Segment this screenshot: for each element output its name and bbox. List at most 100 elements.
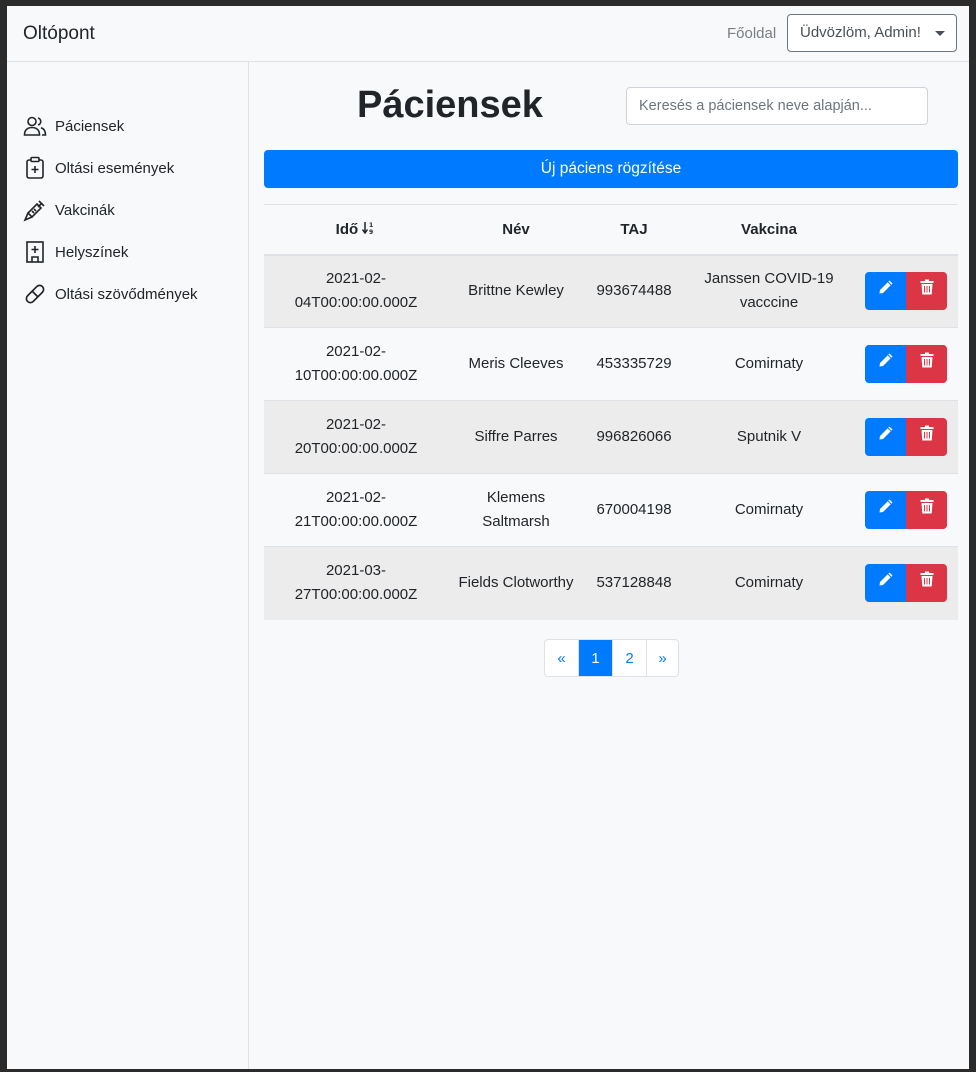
cell-name: Siffre Parres (448, 400, 584, 474)
cell-time: 2021-03- 27T00:00:00.000Z (264, 546, 448, 620)
cell-time: 2021-02- 10T00:00:00.000Z (264, 327, 448, 401)
row-actions (860, 564, 952, 603)
cell-time: 2021-02- 04T00:00:00.000Z (264, 254, 448, 328)
cell-time-date: 2021-03- (325, 562, 387, 580)
row-actions (860, 418, 952, 456)
delete-button[interactable] (906, 418, 947, 456)
edit-button[interactable] (865, 418, 906, 456)
home-link[interactable]: Főoldal (727, 25, 776, 42)
delete-button[interactable] (906, 345, 947, 383)
delete-button[interactable] (906, 272, 947, 311)
cell-time-clock: 27T00:00:00.000Z (294, 586, 418, 604)
sidebar-item-patients[interactable]: Páciensek (22, 112, 242, 140)
trash-icon (920, 571, 934, 595)
cell-vaccine: Sputnik V (684, 400, 854, 474)
cell-time-clock: 10T00:00:00.000Z (294, 367, 418, 384)
cell-time-clock: 20T00:00:00.000Z (294, 440, 418, 457)
table-row: 2021-02- 04T00:00:00.000Z Brittne Kewley 99… (264, 254, 958, 328)
delete-button[interactable] (906, 564, 947, 603)
cell-time-date: 2021-02- (325, 489, 387, 506)
table-header-row: Idő 1 9 Név TAJ Vakcina (264, 204, 958, 256)
search-input[interactable] (626, 87, 928, 125)
pencil-icon (878, 498, 894, 522)
trash-icon (920, 425, 934, 449)
column-header-time[interactable]: Idő 1 9 (264, 204, 448, 256)
patients-table: Idő 1 9 Név TAJ Vakcina 2021-02- 04T00:00… (264, 204, 958, 620)
cell-taj: 993674488 (584, 254, 684, 328)
pencil-icon (878, 571, 894, 595)
row-actions (860, 345, 952, 383)
new-patient-button[interactable]: Új páciens rögzítése (264, 150, 958, 188)
sidebar-item-vaccines[interactable]: Vakcinák (22, 196, 242, 224)
user-menu-dropdown[interactable]: Üdvözlöm, Admin! (787, 14, 957, 52)
trash-icon (920, 498, 934, 522)
cell-actions (854, 473, 958, 547)
brand-link[interactable]: Oltópont (23, 23, 95, 45)
cell-vaccine: Comirnaty (684, 473, 854, 547)
cell-actions (854, 546, 958, 620)
cell-taj: 996826066 (584, 400, 684, 474)
cell-vaccine: Comirnaty (684, 546, 854, 620)
table-row: 2021-02- 20T00:00:00.000Z Siffre Parres 996… (264, 400, 958, 474)
sidebar-item-locations[interactable]: Helyszínek (22, 238, 242, 266)
sidebar-item-label: Oltási események (55, 159, 175, 177)
pencil-icon (878, 425, 894, 449)
cell-name: Meris Cleeves (448, 327, 584, 401)
clipboard-plus-icon (22, 155, 48, 181)
syringe-icon (22, 197, 48, 223)
sidebar-item-complications[interactable]: Oltási szövődmények (22, 280, 242, 308)
edit-button[interactable] (865, 272, 906, 311)
cell-name: Klemens Saltmarsh (448, 473, 584, 547)
pencil-icon (878, 279, 894, 303)
edit-button[interactable] (865, 491, 906, 529)
pagination-page-1[interactable]: 1 (578, 640, 612, 676)
cell-taj: 453335729 (584, 327, 684, 401)
cell-time-date: 2021-02- (325, 416, 387, 433)
hospital-icon (22, 239, 48, 265)
trash-icon (920, 352, 934, 376)
column-header-taj: TAJ (584, 204, 684, 256)
cell-name: Brittne Kewley (448, 254, 584, 328)
edit-button[interactable] (865, 564, 906, 603)
cell-time: 2021-02- 20T00:00:00.000Z (264, 400, 448, 474)
column-header-vaccine: Vakcina (684, 204, 854, 256)
pagination-page-2[interactable]: 2 (612, 640, 646, 676)
pill-capsule-icon (22, 281, 48, 307)
cell-actions (854, 327, 958, 401)
cell-taj: 670004198 (584, 473, 684, 547)
delete-button[interactable] (906, 491, 947, 529)
pagination-next[interactable]: » (646, 640, 678, 676)
sidebar-item-label: Páciensek (55, 117, 125, 135)
sidebar-item-label: Vakcinák (55, 201, 115, 219)
cell-actions (854, 400, 958, 474)
sort-numeric-down-icon: 1 9 (362, 221, 376, 238)
cell-name: Fields Clotworthy (448, 546, 584, 620)
cell-actions (854, 254, 958, 328)
row-actions (860, 272, 952, 311)
user-menu-label: Üdvözlöm, Admin! (800, 24, 921, 41)
caret-down-icon (935, 31, 945, 36)
column-header-name: Név (448, 204, 584, 256)
cell-time-date: 2021-02- (325, 343, 387, 360)
column-header-actions (854, 204, 958, 256)
cell-vaccine: Janssen COVID-19 vacccine (684, 254, 854, 328)
cell-time: 2021-02- 21T00:00:00.000Z (264, 473, 448, 547)
page-title: Páciensek (357, 84, 543, 126)
edit-button[interactable] (865, 345, 906, 383)
navbar: Oltópont Főoldal Üdvözlöm, Admin! (7, 6, 969, 62)
cell-time-clock: 21T00:00:00.000Z (294, 513, 418, 530)
trash-icon (920, 279, 934, 303)
cell-taj: 537128848 (584, 546, 684, 620)
column-header-label: Idő (335, 220, 359, 238)
cell-time-date: 2021-02- (325, 270, 387, 288)
table-row: 2021-02- 10T00:00:00.000Z Meris Cleeves 453… (264, 327, 958, 401)
pencil-icon (878, 352, 894, 376)
app-window: Oltópont Főoldal Üdvözlöm, Admin! Pácien… (7, 6, 969, 1069)
row-actions (860, 491, 952, 529)
people-icon (22, 113, 48, 139)
sidebar: Páciensek Oltási események Vakcinák Hely… (7, 62, 249, 1069)
pagination-prev[interactable]: « (545, 640, 578, 676)
sidebar-item-vaccination-events[interactable]: Oltási események (22, 154, 242, 182)
svg-text:1: 1 (369, 222, 373, 229)
svg-text:9: 9 (369, 229, 373, 235)
